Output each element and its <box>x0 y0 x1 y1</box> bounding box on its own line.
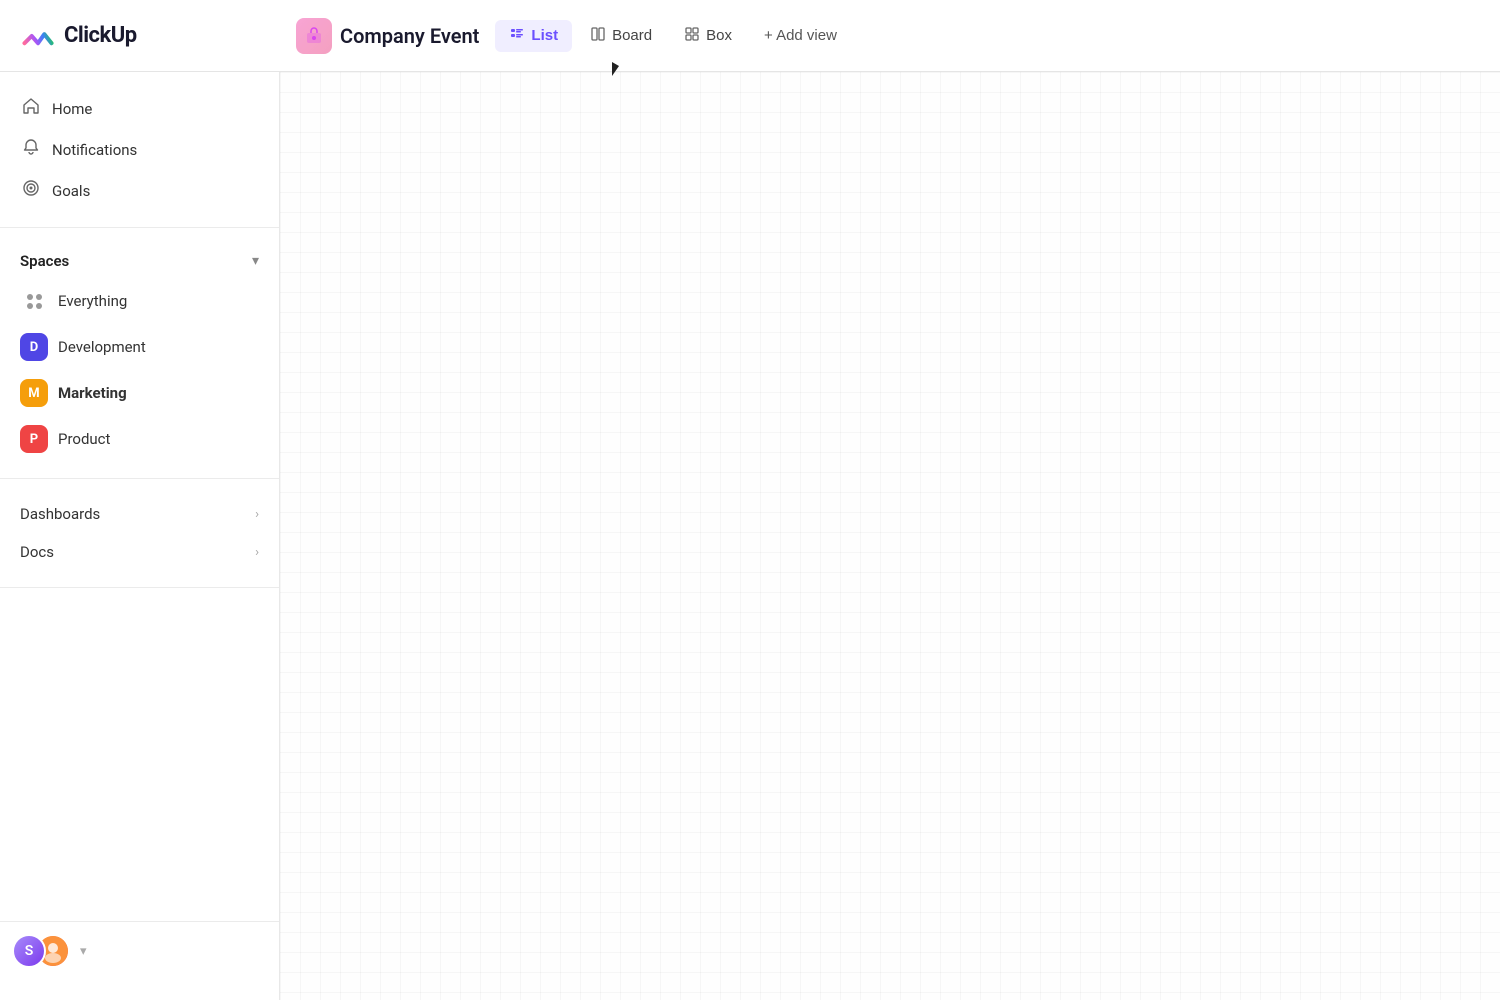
home-icon <box>20 97 42 120</box>
development-badge: D <box>20 333 48 361</box>
content-area <box>280 72 1500 1000</box>
sidebar-item-docs[interactable]: Docs › <box>8 533 271 571</box>
sidebar-divider-2 <box>0 478 279 479</box>
sidebar-divider-1 <box>0 227 279 228</box>
docs-label: Docs <box>20 543 54 561</box>
sidebar-notifications-label: Notifications <box>52 141 137 159</box>
user-area[interactable]: S ▾ <box>0 921 279 980</box>
spaces-header[interactable]: Spaces ▾ <box>8 244 271 278</box>
dashboards-chevron-icon: › <box>255 507 259 522</box>
sidebar-home-label: Home <box>52 100 92 118</box>
user-chevron-icon: ▾ <box>80 944 87 959</box>
sidebar-item-everything[interactable]: Everything <box>8 278 271 324</box>
box-tab-icon <box>684 26 700 46</box>
add-view-button[interactable]: + Add view <box>750 21 851 50</box>
marketing-label: Marketing <box>58 384 127 402</box>
tab-box-label: Box <box>706 27 732 44</box>
sidebar-item-goals[interactable]: Goals <box>8 170 271 211</box>
sidebar-item-home[interactable]: Home <box>8 88 271 129</box>
sidebar-item-dashboards[interactable]: Dashboards › <box>8 495 271 533</box>
sidebar: Home Notifications <box>0 72 280 1000</box>
clickup-logo-icon <box>20 18 56 54</box>
marketing-badge-letter: M <box>28 386 39 401</box>
project-icon <box>296 18 332 54</box>
collapsible-section: Dashboards › Docs › <box>0 487 279 579</box>
dashboards-label: Dashboards <box>20 505 100 523</box>
tab-box[interactable]: Box <box>670 20 746 52</box>
sidebar-goals-label: Goals <box>52 182 90 200</box>
logo-area: ClickUp <box>20 18 280 54</box>
project-title: Company Event <box>340 24 479 48</box>
topbar: ClickUp Company Event <box>0 0 1500 72</box>
sidebar-item-development[interactable]: D Development <box>8 324 271 370</box>
marketing-badge: M <box>20 379 48 407</box>
logo-text: ClickUp <box>64 23 137 48</box>
spaces-header-label: Spaces <box>20 252 69 270</box>
development-badge-letter: D <box>30 340 38 355</box>
avatar-stack: S <box>12 934 70 968</box>
docs-chevron-icon: › <box>255 545 259 560</box>
everything-dots-icon <box>20 287 48 315</box>
avatar-s: S <box>12 934 46 968</box>
list-tab-icon <box>509 26 525 46</box>
spaces-chevron-icon: ▾ <box>252 253 259 269</box>
sidebar-item-marketing[interactable]: M Marketing <box>8 370 271 416</box>
board-tab-icon <box>590 26 606 46</box>
product-label: Product <box>58 430 110 448</box>
main-layout: Home Notifications <box>0 72 1500 1000</box>
tab-list[interactable]: List <box>495 20 572 52</box>
tab-board-label: Board <box>612 27 652 44</box>
spaces-section: Spaces ▾ Everything D <box>0 236 279 470</box>
sidebar-nav: Home Notifications <box>0 72 279 219</box>
sidebar-item-notifications[interactable]: Notifications <box>8 129 271 170</box>
tab-list-label: List <box>531 27 558 44</box>
sidebar-item-product[interactable]: P Product <box>8 416 271 462</box>
add-view-label: + Add view <box>764 27 837 44</box>
sidebar-divider-3 <box>0 587 279 588</box>
tab-board[interactable]: Board <box>576 20 666 52</box>
product-badge-letter: P <box>30 432 38 447</box>
goals-icon <box>20 179 42 202</box>
product-badge: P <box>20 425 48 453</box>
development-label: Development <box>58 338 146 356</box>
topbar-content: Company Event List <box>296 18 1480 54</box>
bell-icon <box>20 138 42 161</box>
view-tabs: List Board <box>495 20 851 52</box>
everything-label: Everything <box>58 292 127 310</box>
